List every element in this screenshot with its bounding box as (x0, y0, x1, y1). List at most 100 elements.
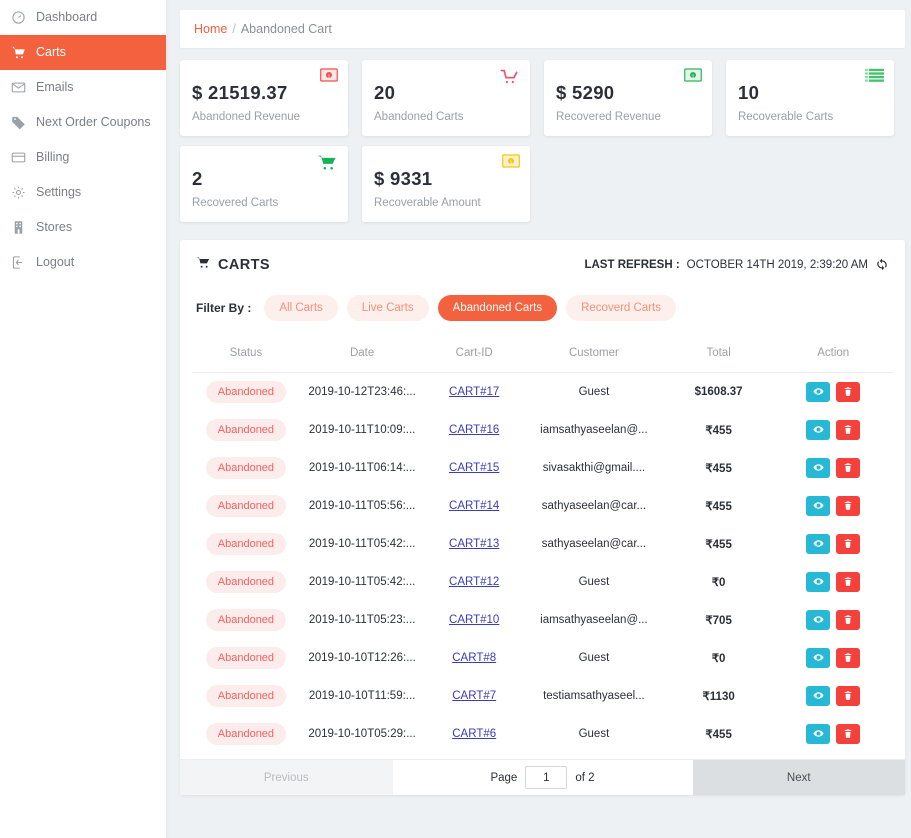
sidebar-item-billing[interactable]: Billing (0, 140, 166, 175)
cell-action (773, 715, 893, 753)
filter-bar: Filter By : All Carts Live Carts Abandon… (192, 273, 893, 337)
view-cart-button[interactable] (806, 610, 831, 630)
view-cart-button[interactable] (806, 648, 831, 668)
view-cart-button[interactable] (806, 534, 831, 554)
page-title: CARTS (196, 256, 270, 273)
stat-card-value: $ 5290 (556, 82, 615, 103)
page-indicator: Page of 2 (392, 760, 693, 795)
eye-icon (813, 613, 824, 628)
cart-id-link[interactable]: CART#12 (449, 576, 499, 588)
sidebar-item-carts[interactable]: Carts (0, 35, 166, 70)
delete-cart-button[interactable] (836, 648, 861, 668)
cell-status: Abandoned (192, 677, 300, 715)
cart-id-link[interactable]: CART#7 (452, 690, 496, 702)
delete-cart-button[interactable] (836, 686, 861, 706)
cell-customer: Guest (578, 728, 610, 740)
cell-customer: sathyaseelan@car... (541, 538, 647, 550)
delete-cart-button[interactable] (836, 534, 861, 554)
cell-cart-id: CART#17 (424, 373, 524, 412)
banknote-icon: 1 (502, 154, 520, 173)
breadcrumb-home-link[interactable]: Home (194, 22, 227, 36)
sidebar-item-settings[interactable]: Settings (0, 175, 166, 210)
cell-cart-id: CART#8 (424, 639, 524, 677)
view-cart-button[interactable] (806, 686, 831, 706)
view-cart-button[interactable] (806, 572, 831, 592)
eye-icon (813, 651, 824, 666)
stat-card-label: Recovered Carts (192, 197, 279, 209)
delete-cart-button[interactable] (836, 420, 861, 440)
delete-cart-button[interactable] (836, 610, 861, 630)
row-actions (773, 572, 893, 592)
cart-id-link[interactable]: CART#16 (449, 424, 499, 436)
table-row: Abandoned 2019-10-11T10:09:... CART#16 iams… (192, 411, 893, 449)
sidebar-item-logout[interactable]: Logout (0, 245, 166, 280)
page-number-input[interactable] (525, 766, 568, 789)
row-actions (773, 534, 893, 554)
delete-cart-button[interactable] (836, 458, 861, 478)
row-actions (773, 420, 893, 440)
stat-card-abandoned-revenue: 1 $ 21519.37 Abandoned Revenue (180, 60, 348, 136)
cart-id-link[interactable]: CART#8 (452, 652, 496, 664)
cell-total: ₹455 (705, 539, 732, 551)
cell-action (773, 525, 893, 563)
cart-id-link[interactable]: CART#15 (449, 462, 499, 474)
trash-icon (843, 613, 853, 628)
column-header-customer: Customer (524, 337, 664, 373)
speedometer-icon (10, 10, 26, 26)
stat-card-grid: 1 $ 21519.37 Abandoned Revenue 20 Abando… (180, 60, 905, 222)
table-row: Abandoned 2019-10-12T23:46:... CART#17 Gues… (192, 373, 893, 412)
previous-page-button[interactable]: Previous (180, 760, 393, 795)
cart-id-link[interactable]: CART#10 (449, 614, 499, 626)
sidebar-item-label: Next Order Coupons (36, 115, 151, 130)
stat-card-label: Abandoned Carts (374, 111, 464, 123)
cart-id-link[interactable]: CART#13 (449, 538, 499, 550)
view-cart-button[interactable] (806, 724, 831, 744)
filter-chip-live-carts[interactable]: Live Carts (346, 295, 429, 321)
table-row: Abandoned 2019-10-10T05:29:... CART#6 Guest… (192, 715, 893, 753)
delete-cart-button[interactable] (836, 572, 861, 592)
delete-cart-button[interactable] (836, 382, 861, 402)
sidebar-item-dashboard[interactable]: Dashboard (0, 0, 166, 35)
sidebar: Dashboard Carts Emails Next Order Coupon… (0, 0, 166, 838)
cell-action (773, 677, 893, 715)
delete-cart-button[interactable] (836, 496, 861, 516)
filter-chip-abandoned-carts[interactable]: Abandoned Carts (437, 295, 558, 321)
app-root: Dashboard Carts Emails Next Order Coupon… (0, 0, 911, 838)
cart-id-link[interactable]: CART#6 (452, 728, 496, 740)
stat-card-recovered-revenue: 1 $ 5290 Recovered Revenue (544, 60, 712, 136)
main-content: Home / Abandoned Cart 1 $ 21519.37 Aband… (166, 0, 911, 838)
cell-customer: Guest (578, 576, 610, 588)
cell-status: Abandoned (192, 525, 300, 563)
page-total-label: of 2 (575, 771, 595, 784)
row-actions (773, 496, 893, 516)
filter-chip-recoverd-carts[interactable]: Recoverd Carts (566, 295, 676, 321)
cart-id-link[interactable]: CART#14 (449, 500, 499, 512)
view-cart-button[interactable] (806, 420, 831, 440)
filter-chip-all-carts[interactable]: All Carts (264, 295, 338, 321)
cell-action (773, 487, 893, 525)
column-header-cart-id: Cart-ID (424, 337, 525, 373)
sidebar-item-next-order-coupons[interactable]: Next Order Coupons (0, 105, 166, 140)
status-badge: Abandoned (205, 647, 287, 669)
sidebar-item-label: Logout (36, 255, 75, 270)
view-cart-button[interactable] (806, 382, 831, 402)
table-row: Abandoned 2019-10-10T12:26:... CART#8 Guest… (192, 639, 893, 677)
sidebar-item-emails[interactable]: Emails (0, 70, 166, 105)
credit-card-icon (10, 150, 26, 166)
cart-filled-icon (316, 154, 338, 176)
view-cart-button[interactable] (806, 496, 831, 516)
table-row: Abandoned 2019-10-11T05:42:... CART#12 Gues… (192, 563, 893, 601)
cart-id-link[interactable]: CART#17 (449, 386, 499, 398)
trash-icon (843, 651, 853, 666)
envelope-icon (10, 80, 26, 96)
cell-total: ₹705 (705, 615, 732, 627)
cell-customer: sivasakthi@gmail.... (542, 462, 646, 474)
column-header-action: Action (773, 337, 893, 373)
table-row: Abandoned 2019-10-11T05:56:... CART#14 sath… (192, 487, 893, 525)
sync-icon[interactable] (875, 258, 889, 272)
sidebar-item-stores[interactable]: Stores (0, 210, 166, 245)
view-cart-button[interactable] (806, 458, 831, 478)
delete-cart-button[interactable] (836, 724, 861, 744)
eye-icon (813, 537, 824, 552)
next-page-button[interactable]: Next (692, 760, 905, 795)
